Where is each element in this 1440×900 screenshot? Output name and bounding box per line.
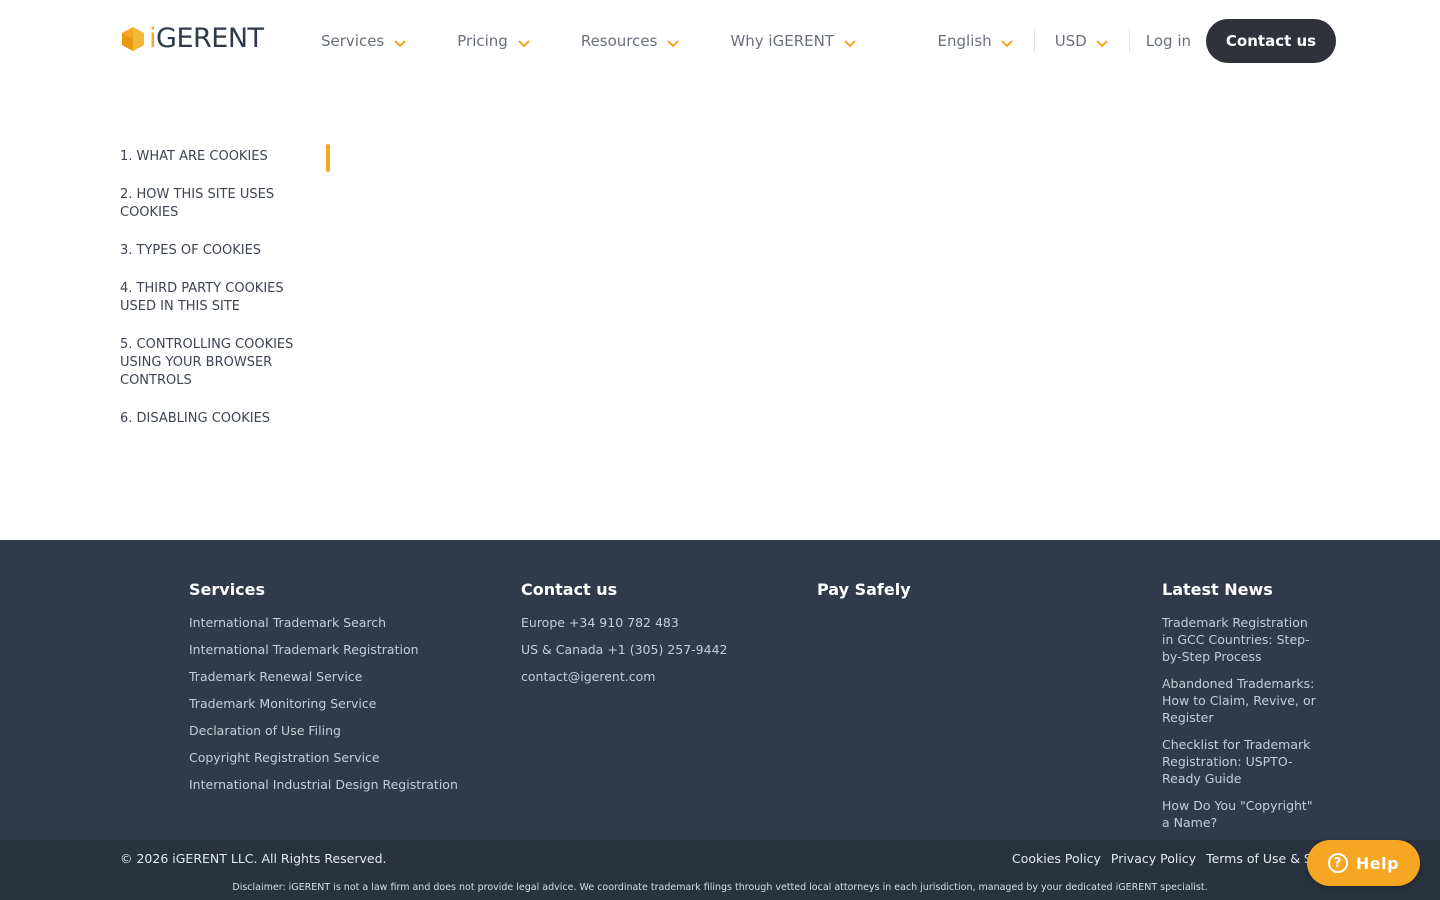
logo-text: iGERENT <box>149 23 264 54</box>
site-footer: Services International Trademark Search … <box>0 540 1440 900</box>
currency-selector[interactable]: USD <box>1055 32 1109 50</box>
chevron-down-icon <box>667 39 680 47</box>
news-item[interactable]: Checklist for Trademark Registration: US… <box>1162 736 1322 787</box>
footer-services-title: Services <box>189 580 266 599</box>
logo[interactable]: iGERENT <box>120 24 264 54</box>
footer-contact: Contact us Europe +34 910 782 483 US & C… <box>521 580 727 695</box>
login-link[interactable]: Log in <box>1146 32 1191 50</box>
nav-pricing[interactable]: Pricing <box>457 30 531 52</box>
contact-email[interactable]: contact@igerent.com <box>521 668 727 685</box>
toc-item-disabling[interactable]: 6. Disabling cookies <box>120 410 305 428</box>
footer-link[interactable]: International Trademark Search <box>189 614 458 631</box>
footer-link[interactable]: International Trademark Registration <box>189 641 458 658</box>
footer-link[interactable]: Trademark Renewal Service <box>189 668 458 685</box>
footer-services: Services International Trademark Search … <box>189 580 458 803</box>
nav-services[interactable]: Services <box>321 30 407 52</box>
terms-link[interactable]: Terms of Use & Services <box>1206 851 1322 866</box>
nav-resources[interactable]: Resources <box>581 30 681 52</box>
news-item[interactable]: How Do You "Copyright" a Name? <box>1162 797 1322 831</box>
chevron-down-icon <box>394 39 406 47</box>
nav-pricing-label: Pricing <box>457 32 508 50</box>
footer-contact-title: Contact us <box>521 580 618 599</box>
footer-bottom-bar: © 2026 iGERENT LLC. All Rights Reserved.… <box>0 840 1440 900</box>
chevron-down-icon <box>1000 39 1013 47</box>
header-actions: English USD Log in Contact us <box>938 19 1336 63</box>
disclaimer: Disclaimer: iGERENT is not a law firm an… <box>232 882 1208 893</box>
question-icon: ? <box>1327 853 1348 873</box>
cookies-policy-link[interactable]: Cookies Policy <box>1012 851 1101 866</box>
toc-item-third-party[interactable]: 4. Third party cookies used in this site <box>120 280 305 316</box>
phone-europe[interactable]: Europe +34 910 782 483 <box>521 614 727 631</box>
currency-label: USD <box>1054 32 1087 50</box>
footer-news-title: Latest News <box>1162 580 1273 599</box>
copyright: © 2026 iGERENT LLC. All Rights Reserved. <box>120 851 387 866</box>
phone-us-canada[interactable]: US & Canada +1 (305) 257-9442 <box>521 641 727 658</box>
toc-item-controlling[interactable]: 5. Controlling cookies using your browse… <box>120 336 305 390</box>
toc-list: 1. What are cookies 2. How this site use… <box>120 148 330 448</box>
chevron-down-icon <box>518 39 530 47</box>
legal-links: Cookies Policy Privacy Policy Terms of U… <box>1012 851 1322 866</box>
footer-pay: Pay Safely <box>817 580 911 614</box>
nav-resources-label: Resources <box>580 32 658 50</box>
footer-link[interactable]: Copyright Registration Service <box>189 749 458 766</box>
divider <box>1033 29 1035 53</box>
hexagon-logo-icon <box>122 27 144 51</box>
footer-link[interactable]: Trademark Monitoring Service <box>189 695 458 712</box>
language-selector[interactable]: English <box>938 32 1014 50</box>
footer-pay-title: Pay Safely <box>817 580 911 599</box>
nav-why-label: Why iGERENT <box>730 32 834 50</box>
nav-why[interactable]: Why iGERENT <box>730 30 857 52</box>
main-nav: Services Pricing Resources Why iGERENT <box>321 30 907 52</box>
footer-link[interactable]: International Industrial Design Registra… <box>189 776 458 793</box>
toc-item-what-are-cookies[interactable]: 1. What are cookies <box>120 148 305 166</box>
help-label: Help <box>1355 853 1400 873</box>
contact-us-button[interactable]: Contact us <box>1206 19 1336 63</box>
privacy-policy-link[interactable]: Privacy Policy <box>1111 851 1196 866</box>
news-item[interactable]: Trademark Registration in GCC Countries:… <box>1162 614 1322 665</box>
footer-news: Latest News Trademark Registration in GC… <box>1162 580 1322 844</box>
site-header: iGERENT Services Pricing Resources Why i… <box>0 0 1440 82</box>
footer-link[interactable]: Declaration of Use Filing <box>189 722 458 739</box>
news-item[interactable]: Abandoned Trademarks: How to Claim, Revi… <box>1162 675 1322 726</box>
help-button[interactable]: ? Help <box>1307 840 1420 886</box>
divider <box>1128 29 1130 53</box>
chevron-down-icon <box>1096 39 1108 47</box>
nav-services-label: Services <box>321 32 385 50</box>
toc-item-types[interactable]: 3. Types of cookies <box>120 242 305 260</box>
chevron-down-icon <box>844 39 856 47</box>
toc-item-how-site-uses[interactable]: 2. How this site uses cookies <box>120 186 305 222</box>
language-label: English <box>937 32 992 50</box>
news-list[interactable]: Trademark Registration in GCC Countries:… <box>1162 614 1322 844</box>
